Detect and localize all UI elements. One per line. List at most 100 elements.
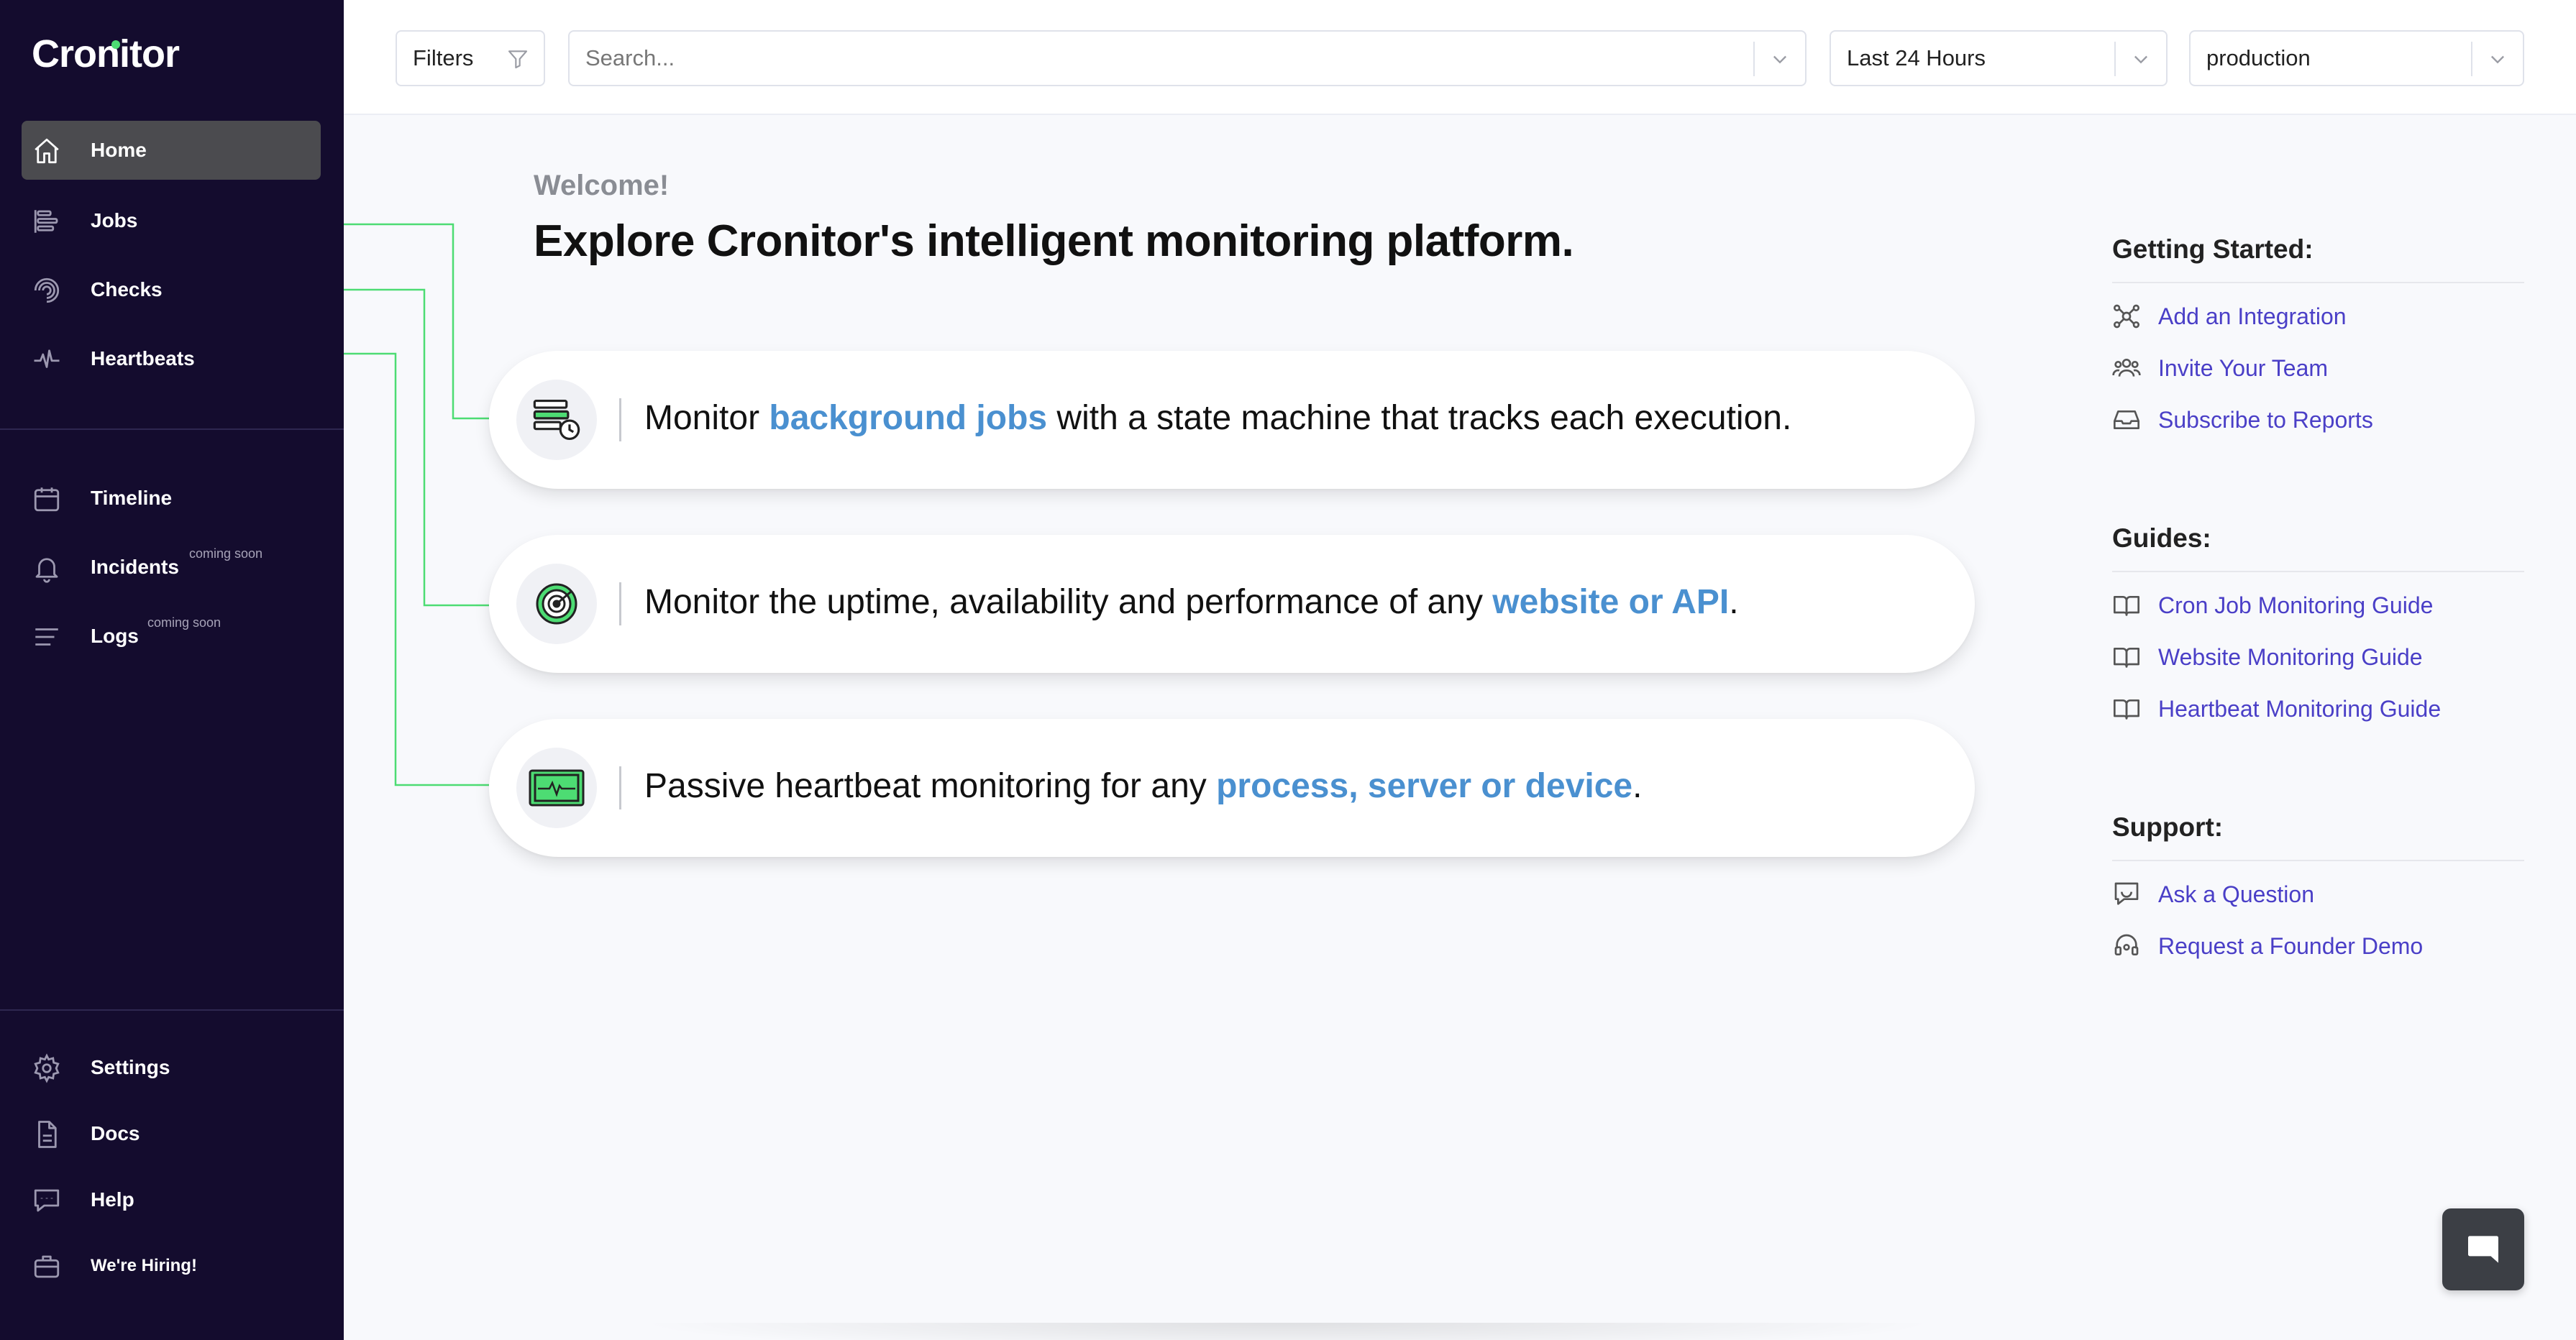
card-divider (619, 398, 621, 441)
cron-guide-link[interactable]: Cron Job Monitoring Guide (2112, 591, 2433, 620)
sidebar-item-hiring[interactable]: We're Hiring! (22, 1236, 321, 1295)
coming-soon-badge: coming soon (189, 546, 263, 561)
inbox-icon (2112, 405, 2141, 434)
filters-button[interactable]: Filters (396, 30, 545, 86)
brand-logo[interactable]: Cronitor (32, 32, 180, 76)
feature-card-jobs[interactable]: Monitor background jobs with a state mac… (489, 351, 1975, 489)
time-range-value: Last 24 Hours (1847, 45, 1986, 70)
sidebar-item-docs[interactable]: Docs (22, 1104, 321, 1163)
connector-lines (344, 223, 489, 786)
time-range-select[interactable]: Last 24 Hours (1830, 30, 2168, 86)
sidebar: Cronitor Home Jobs Checks Heartbeats Tim… (0, 0, 344, 1340)
heartbeats-icon (32, 344, 62, 375)
sidebar-item-label: Timeline (91, 487, 173, 509)
radar-icon (516, 564, 597, 644)
link-label: Request a Founder Demo (2158, 932, 2424, 959)
sidebar-item-label: We're Hiring! (91, 1256, 197, 1275)
chevron-down-icon[interactable] (1753, 42, 1805, 76)
heartbeat-guide-link[interactable]: Heartbeat Monitoring Guide (2112, 694, 2441, 723)
chevron-down-icon[interactable] (2114, 42, 2166, 76)
sidebar-item-label: Heartbeats (91, 347, 195, 370)
section-rule (2112, 282, 2524, 283)
sidebar-item-label: Logs (91, 625, 139, 647)
website-guide-link[interactable]: Website Monitoring Guide (2112, 643, 2423, 671)
card-text-pre: Monitor (644, 399, 769, 437)
background-jobs-icon (516, 380, 597, 460)
team-icon (2112, 354, 2141, 382)
sidebar-item-home[interactable]: Home (22, 121, 321, 180)
chat-bubble-icon (2468, 1236, 2498, 1263)
link-label: Add an Integration (2158, 303, 2347, 329)
checks-icon (32, 275, 62, 306)
sidebar-divider (0, 1009, 344, 1011)
link-label: Cron Job Monitoring Guide (2158, 592, 2434, 618)
ask-question-link[interactable]: Ask a Question (2112, 880, 2314, 909)
background-jobs-link[interactable]: background jobs (769, 399, 1047, 437)
sidebar-item-heartbeats[interactable]: Heartbeats (22, 329, 321, 388)
link-label: Invite Your Team (2158, 354, 2329, 381)
topbar: Filters Last 24 Hours production (344, 0, 2576, 115)
invite-team-link[interactable]: Invite Your Team (2112, 354, 2328, 382)
card-divider (619, 582, 621, 625)
chat-widget-button[interactable] (2442, 1208, 2524, 1290)
link-label: Subscribe to Reports (2158, 406, 2373, 433)
support-title: Support: (2112, 812, 2224, 842)
sidebar-item-logs[interactable]: Logs coming soon (22, 607, 321, 666)
document-icon (32, 1119, 62, 1149)
coming-soon-badge: coming soon (147, 615, 221, 630)
jobs-icon (32, 206, 62, 237)
environment-select[interactable]: production (2189, 30, 2524, 86)
sidebar-item-settings[interactable]: Settings (22, 1038, 321, 1097)
sidebar-item-label: Docs (91, 1122, 140, 1144)
question-chat-icon (2112, 880, 2141, 909)
process-server-device-link[interactable]: process, server or device (1216, 767, 1632, 805)
brand-name: Cronitor (32, 32, 180, 75)
feature-card-checks[interactable]: Monitor the uptime, availability and per… (489, 535, 1975, 673)
sidebar-item-label: Home (91, 139, 147, 161)
subscribe-reports-link[interactable]: Subscribe to Reports (2112, 405, 2373, 434)
search-box[interactable] (568, 30, 1807, 86)
help-chat-icon (32, 1185, 62, 1216)
logo-dot (111, 40, 120, 49)
app-root: Cronitor Home Jobs Checks Heartbeats Tim… (0, 0, 2576, 1340)
link-label: Website Monitoring Guide (2158, 643, 2423, 670)
sidebar-item-checks[interactable]: Checks (22, 260, 321, 319)
feature-card-text: Monitor background jobs with a state mac… (644, 398, 1791, 438)
home-icon (32, 136, 62, 166)
heartbeat-monitor-icon (516, 748, 597, 828)
chevron-down-icon[interactable] (2471, 42, 2523, 76)
founder-demo-link[interactable]: Request a Founder Demo (2112, 932, 2423, 960)
guides-title: Guides: (2112, 523, 2211, 553)
filters-label: Filters (413, 45, 474, 70)
sidebar-item-help[interactable]: Help (22, 1170, 321, 1229)
getting-started-title: Getting Started: (2112, 234, 2314, 264)
headset-icon (2112, 932, 2141, 960)
website-api-link[interactable]: website or API (1492, 583, 1729, 621)
sidebar-item-incidents[interactable]: Incidents coming soon (22, 538, 321, 597)
footer-shadow (633, 1323, 1942, 1340)
sidebar-item-label: Jobs (91, 209, 138, 231)
sidebar-item-jobs[interactable]: Jobs (22, 191, 321, 250)
add-integration-link[interactable]: Add an Integration (2112, 302, 2347, 331)
book-icon (2112, 643, 2141, 671)
search-input[interactable] (585, 45, 1805, 71)
card-divider (619, 766, 621, 809)
link-label: Heartbeat Monitoring Guide (2158, 695, 2442, 722)
book-icon (2112, 591, 2141, 620)
welcome-text: Welcome! (534, 170, 670, 201)
feature-card-heartbeats[interactable]: Passive heartbeat monitoring for any pro… (489, 719, 1975, 857)
briefcase-icon (32, 1252, 62, 1282)
bell-icon (32, 553, 62, 583)
sidebar-item-label: Settings (91, 1056, 170, 1078)
section-rule (2112, 571, 2524, 572)
page-title: Explore Cronitor's intelligent monitorin… (534, 216, 1574, 266)
sidebar-item-label: Checks (91, 278, 163, 300)
sidebar-item-timeline[interactable]: Timeline (22, 469, 321, 528)
card-text-post: with a state machine that tracks each ex… (1047, 399, 1792, 437)
sidebar-item-label: Incidents (91, 556, 179, 578)
sidebar-item-label: Help (91, 1188, 134, 1211)
card-text-pre: Monitor the uptime, availability and per… (644, 583, 1493, 621)
integration-icon (2112, 302, 2141, 331)
feature-card-text: Monitor the uptime, availability and per… (644, 582, 1739, 622)
card-text-post: . (1729, 583, 1739, 621)
